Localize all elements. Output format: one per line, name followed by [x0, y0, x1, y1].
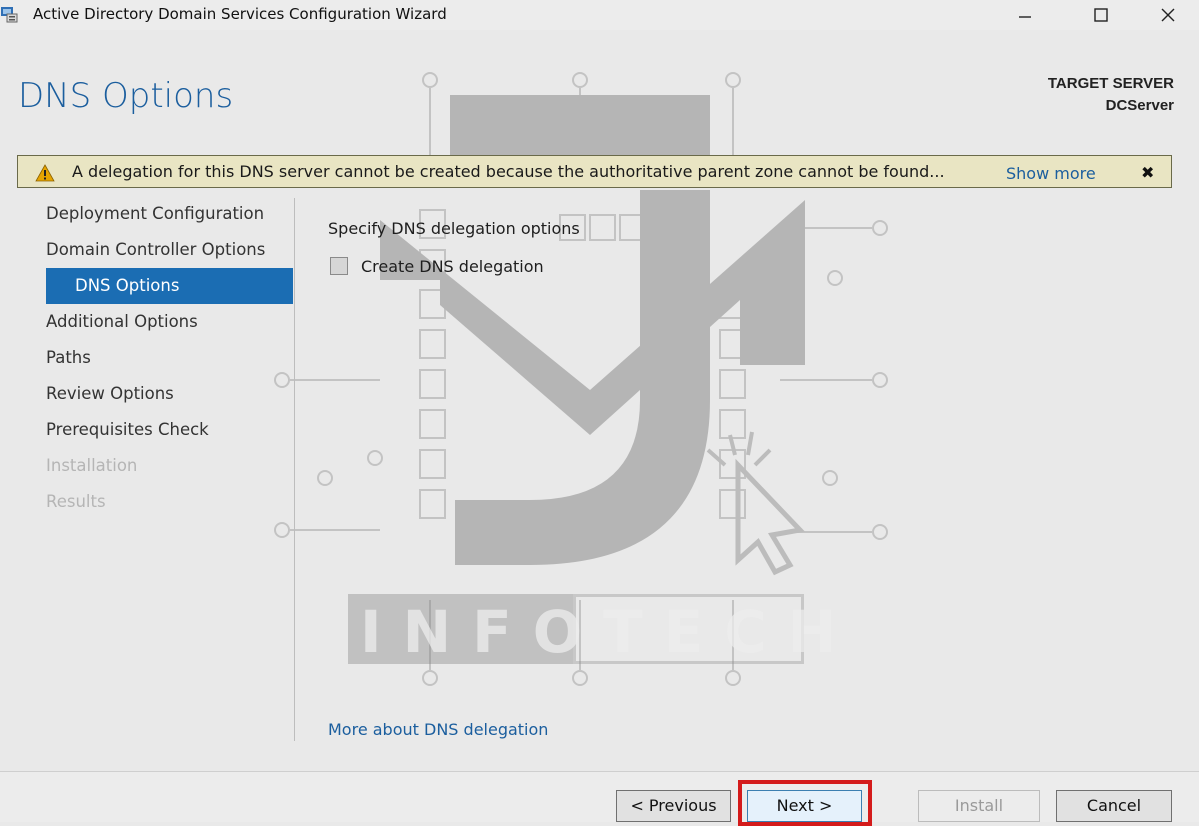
nav-item-domain-controller-options[interactable]: Domain Controller Options — [46, 232, 293, 268]
page-title: DNS Options — [18, 76, 234, 116]
dismiss-warning-icon[interactable]: ✖ — [1141, 163, 1154, 182]
close-button[interactable] — [1145, 0, 1191, 30]
window-title: Active Directory Domain Services Configu… — [33, 5, 447, 23]
cancel-button[interactable]: Cancel — [1056, 790, 1172, 822]
create-dns-delegation-checkbox[interactable] — [330, 257, 348, 275]
nav-item-results: Results — [46, 492, 106, 511]
warning-icon — [35, 164, 55, 182]
minimize-button[interactable] — [1002, 0, 1048, 30]
nav-item-dns-options[interactable]: DNS Options — [46, 268, 293, 304]
target-server-name: DCServer — [1105, 97, 1174, 114]
install-button: Install — [918, 790, 1040, 822]
warning-message: A delegation for this DNS server cannot … — [72, 162, 945, 181]
next-button-highlight — [738, 780, 872, 826]
nav-divider — [294, 198, 295, 741]
nav-item-deployment-configuration[interactable]: Deployment Configuration — [46, 196, 293, 232]
nav-item-additional-options[interactable]: Additional Options — [46, 304, 293, 340]
title-bar: Active Directory Domain Services Configu… — [0, 0, 1199, 30]
section-label: Specify DNS delegation options — [328, 219, 580, 238]
maximize-button[interactable] — [1078, 0, 1124, 30]
warning-bar: A delegation for this DNS server cannot … — [17, 155, 1172, 188]
more-about-dns-delegation-link[interactable]: More about DNS delegation — [328, 720, 548, 739]
show-more-link[interactable]: Show more — [1006, 164, 1096, 183]
minimize-icon — [1019, 16, 1031, 18]
create-dns-delegation-label[interactable]: Create DNS delegation — [361, 257, 544, 276]
nav-item-installation: Installation — [46, 456, 138, 475]
nav-item-prerequisites-check[interactable]: Prerequisites Check — [46, 412, 293, 448]
nav-item-review-options[interactable]: Review Options — [46, 376, 293, 412]
watermark-text: INFOTECH — [360, 598, 858, 666]
watermark-banner — [348, 594, 804, 664]
wizard-nav: Deployment Configuration Domain Controll… — [46, 196, 293, 520]
previous-button[interactable]: < Previous — [616, 790, 731, 822]
app-icon — [1, 7, 18, 23]
maximize-icon — [1094, 8, 1108, 22]
close-icon — [1161, 8, 1175, 22]
target-server-label: TARGET SERVER — [1047, 75, 1174, 92]
nav-item-paths[interactable]: Paths — [46, 340, 293, 376]
